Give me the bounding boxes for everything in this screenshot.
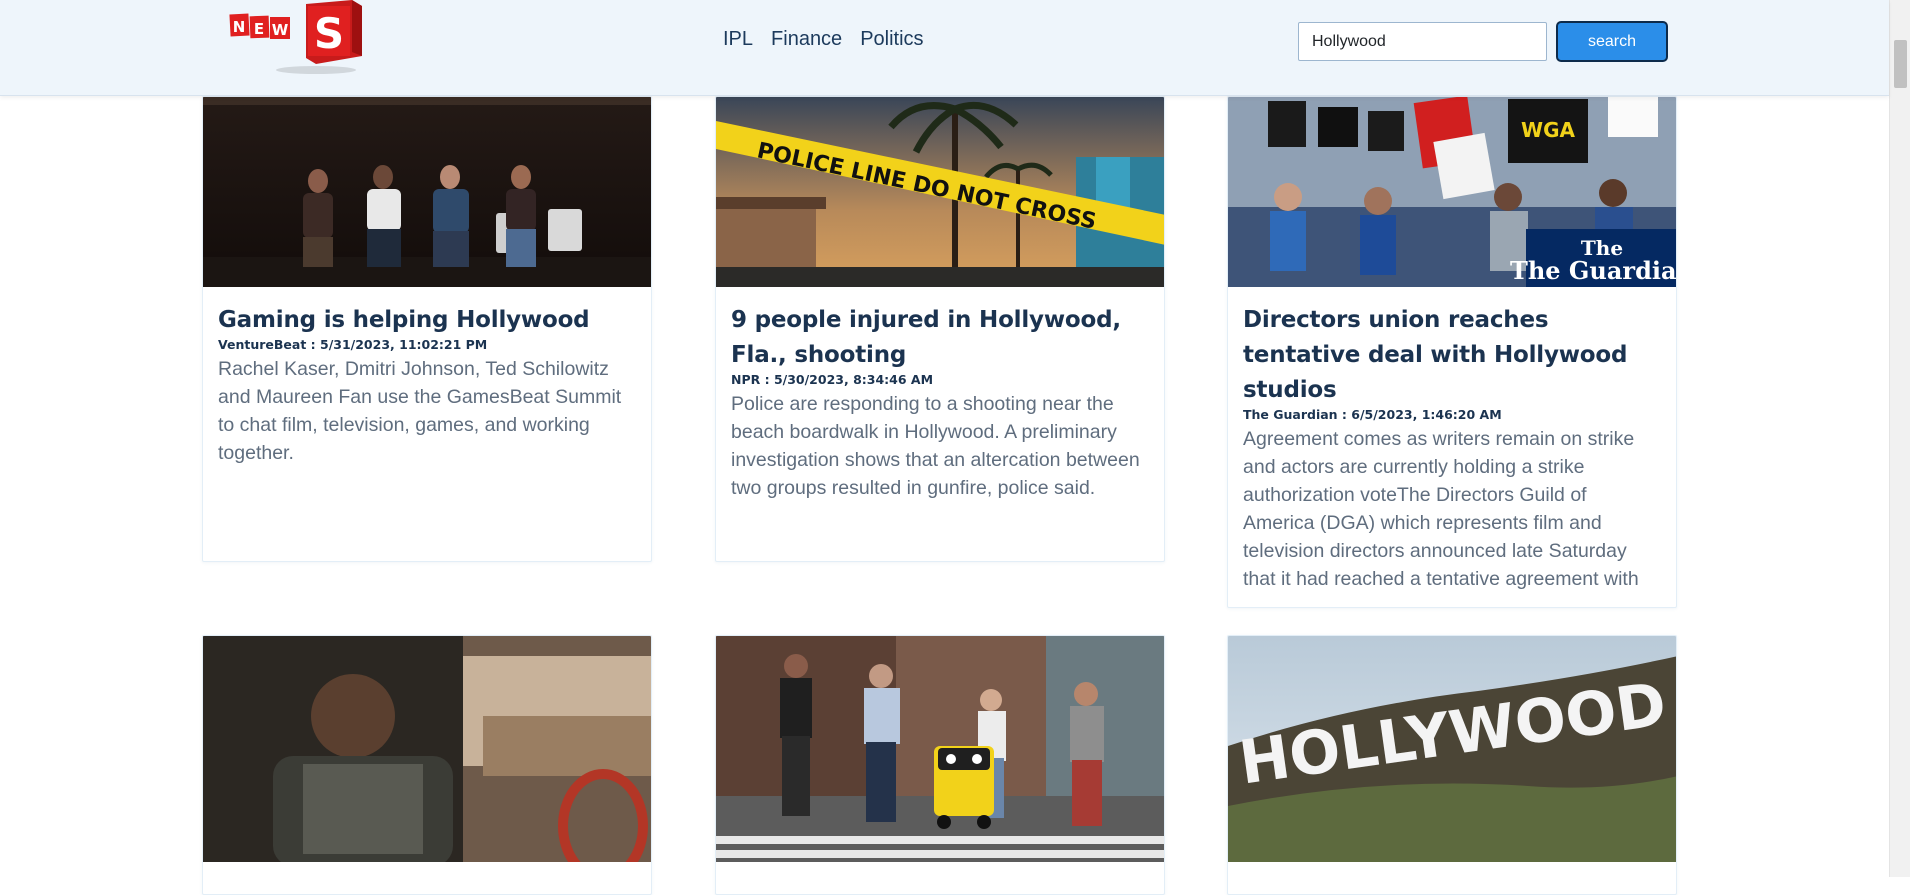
- news-card[interactable]: WGA The The Guardian Directors union rea…: [1227, 96, 1677, 608]
- news-logo[interactable]: S N E W: [226, 0, 366, 76]
- article-image[interactable]: POLICE LINE DO NOT CROSS: [716, 97, 1165, 287]
- news-card[interactable]: HOLLYWOOD: [1227, 635, 1677, 895]
- svg-text:W: W: [272, 21, 289, 39]
- article-source-date: The Guardian : 6/5/2023, 1:46:20 AM: [1243, 407, 1502, 422]
- nav-link-ipl[interactable]: IPL: [723, 28, 753, 51]
- svg-text:E: E: [254, 20, 264, 38]
- news-card[interactable]: [202, 635, 652, 895]
- search-input[interactable]: [1298, 22, 1547, 61]
- article-description: Agreement comes as writers remain on str…: [1243, 428, 1639, 608]
- article-image[interactable]: WGA The The Guardian: [1228, 97, 1677, 287]
- page-scrollbar[interactable]: [1889, 0, 1910, 877]
- news-card[interactable]: Gaming is helping Hollywood VentureBeat …: [202, 96, 652, 562]
- svg-text:S: S: [314, 9, 344, 58]
- news-card[interactable]: POLICE LINE DO NOT CROSS 9 people injure…: [715, 96, 1165, 562]
- nav-link-politics[interactable]: Politics: [860, 28, 923, 51]
- article-description: Rachel Kaser, Dmitri Johnson, Ted Schilo…: [218, 358, 622, 464]
- article-title[interactable]: Directors union reaches tentative deal w…: [1243, 303, 1661, 408]
- top-navbar: S N E W IPL Finance Politics search: [0, 0, 1889, 96]
- nav-link-finance[interactable]: Finance: [771, 28, 842, 51]
- search-button[interactable]: search: [1556, 21, 1668, 62]
- article-image[interactable]: [716, 636, 1165, 862]
- scrollbar-thumb[interactable]: [1894, 40, 1907, 88]
- article-title[interactable]: 9 people injured in Hollywood, Fla., sho…: [731, 303, 1149, 373]
- news-card[interactable]: [715, 635, 1165, 895]
- article-source-date: VentureBeat : 5/31/2023, 11:02:21 PM: [218, 337, 488, 352]
- article-image[interactable]: [203, 97, 652, 287]
- svg-text:The Guardian: The Guardian: [1510, 256, 1677, 285]
- svg-text:WGA: WGA: [1521, 118, 1575, 142]
- article-description: Police are responding to a shooting near…: [731, 393, 1140, 499]
- svg-text:N: N: [233, 18, 246, 36]
- article-image[interactable]: HOLLYWOOD: [1228, 636, 1677, 862]
- article-image[interactable]: [203, 636, 652, 862]
- main-nav: IPL Finance Politics: [723, 28, 924, 51]
- article-source-date: NPR : 5/30/2023, 8:34:46 AM: [731, 372, 934, 387]
- article-title[interactable]: Gaming is helping Hollywood: [218, 303, 636, 338]
